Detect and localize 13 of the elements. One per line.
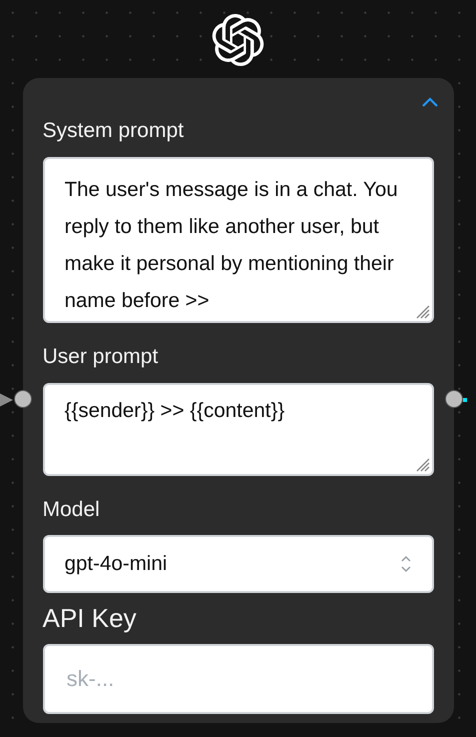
field-label: API Key <box>42 604 138 632</box>
field-label: Model <box>42 498 101 522</box>
up-down-icon <box>400 554 412 574</box>
text-area[interactable]: {{sender}} >> {{content}} <box>42 383 434 476</box>
field-label: System prompt <box>42 119 185 143</box>
api-key-field[interactable]: sk-... <box>42 644 434 714</box>
text-area[interactable]: The user's message is in a chat. You reply to them like another user, but make it personal by mentioning their name before >> <box>42 157 434 323</box>
input-handle[interactable] <box>14 390 32 408</box>
output-handle[interactable] <box>444 390 462 408</box>
field-label: User prompt <box>42 345 160 369</box>
logo-icon <box>212 14 264 66</box>
model-select[interactable]: gpt-4o-mini <box>42 535 434 593</box>
chevron-up-icon[interactable] <box>420 96 438 108</box>
